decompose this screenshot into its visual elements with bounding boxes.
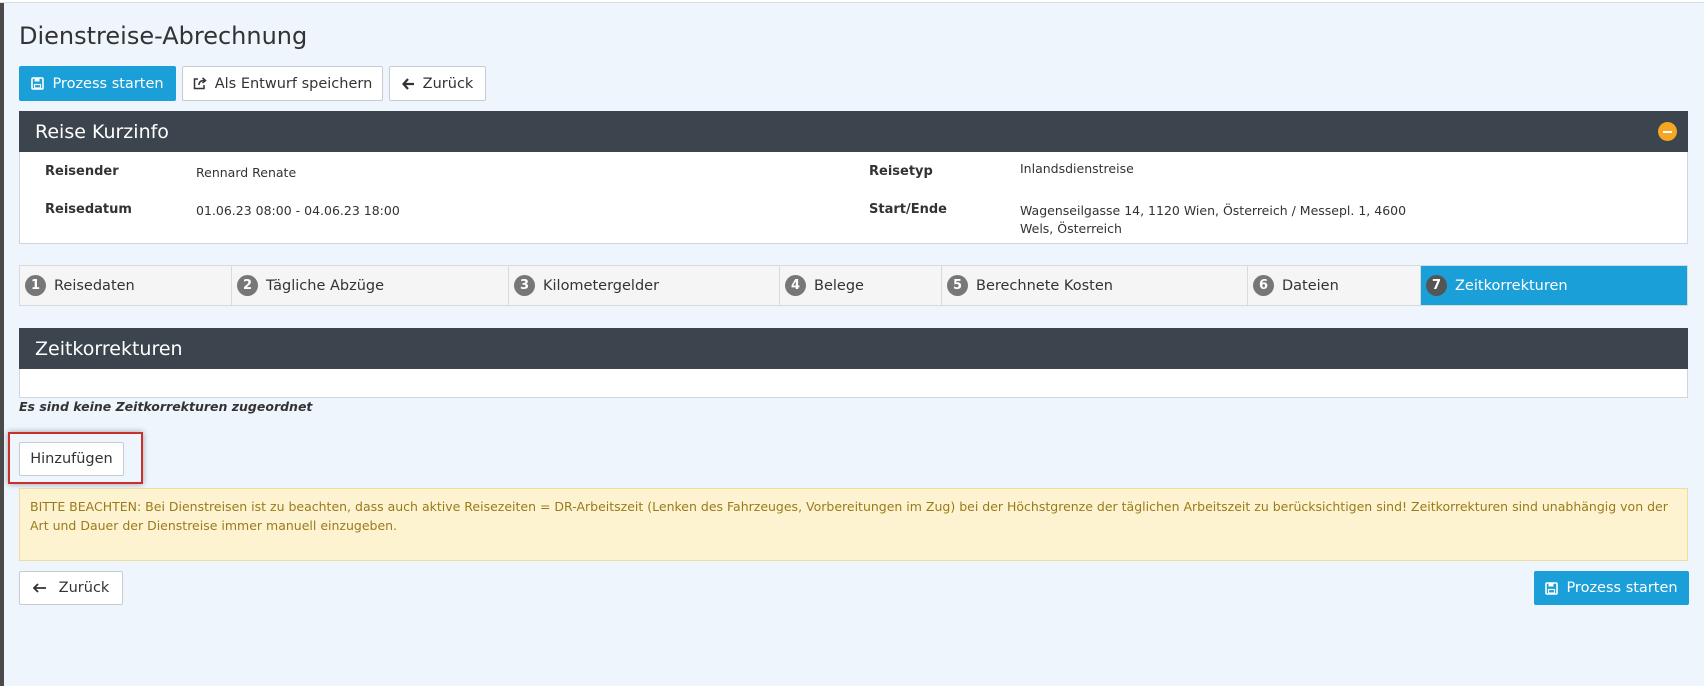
wizard-tabs: 1 Reisedaten 2 Tägliche Abzüge 3 Kilomet… <box>19 265 1688 306</box>
startende-label: Start/Ende <box>869 202 947 217</box>
toolbar: Prozess starten Als Entwurf speichern Zu… <box>19 66 486 101</box>
tab-number: 4 <box>785 275 806 296</box>
share-export-icon <box>193 77 207 90</box>
tab-reisedaten[interactable]: 1 Reisedaten <box>20 266 232 305</box>
reisetyp-label: Reisetyp <box>869 164 933 179</box>
tab-label: Belege <box>814 277 864 294</box>
kurzinfo-title: Reise Kurzinfo <box>35 120 169 143</box>
reisetyp-value: Inlandsdienstreise <box>1020 161 1134 176</box>
empty-message: Es sind keine Zeitkorrekturen zugeordnet <box>19 399 313 414</box>
tab-label: Dateien <box>1282 277 1339 294</box>
reisedatum-value: 01.06.23 08:00 - 04.06.23 18:00 <box>196 203 400 218</box>
start-process-button[interactable]: Prozess starten <box>19 66 176 101</box>
kurzinfo-panel-header: Reise Kurzinfo <box>19 111 1688 152</box>
tab-number: 2 <box>237 275 258 296</box>
zeitkorrekturen-panel-header: Zeitkorrekturen <box>19 328 1688 369</box>
back-button-bottom[interactable]: Zurück <box>19 571 123 605</box>
floppy-disk-icon <box>31 77 45 90</box>
tab-label: Berechnete Kosten <box>976 277 1113 294</box>
tab-zeitkorrekturen[interactable]: 7 Zeitkorrekturen <box>1421 266 1687 305</box>
save-draft-label: Als Entwurf speichern <box>214 75 373 92</box>
tab-belege[interactable]: 4 Belege <box>780 266 942 305</box>
back-label: Zurück <box>422 75 474 92</box>
back-label: Zurück <box>58 580 110 596</box>
arrow-left-icon <box>32 583 47 593</box>
kurzinfo-panel-body: Reisender Rennard Renate Reisedatum 01.0… <box>19 152 1688 244</box>
zeitkorrekturen-title: Zeitkorrekturen <box>35 337 183 360</box>
start-process-button-bottom[interactable]: Prozess starten <box>1534 571 1689 605</box>
tab-dateien[interactable]: 6 Dateien <box>1248 266 1421 305</box>
tab-taegliche-abzuege[interactable]: 2 Tägliche Abzüge <box>232 266 509 305</box>
startende-value-line2: Wels, Österreich <box>1020 221 1122 236</box>
tab-kilometergelder[interactable]: 3 Kilometergelder <box>509 266 780 305</box>
tab-number: 6 <box>1253 275 1274 296</box>
arrow-left-icon <box>401 77 415 90</box>
startende-value-line1: Wagenseilgasse 14, 1120 Wien, Österreich… <box>1020 203 1407 218</box>
tab-number: 3 <box>514 275 535 296</box>
tab-number: 1 <box>25 275 46 296</box>
tab-label: Kilometergelder <box>543 277 660 294</box>
window-top-edge <box>0 0 1704 3</box>
notice-box: BITTE BEACHTEN: Bei Dienstreisen ist zu … <box>19 488 1688 561</box>
tab-label: Tägliche Abzüge <box>266 277 385 294</box>
tab-number: 7 <box>1426 275 1447 296</box>
start-process-label: Prozess starten <box>1566 580 1678 596</box>
tab-label: Reisedaten <box>54 277 135 294</box>
start-process-label: Prozess starten <box>52 75 164 92</box>
zeitkorrekturen-panel-body <box>19 369 1688 398</box>
reisender-label: Reisender <box>45 164 119 179</box>
add-button[interactable]: Hinzufügen <box>19 442 124 476</box>
reisedatum-label: Reisedatum <box>45 202 132 217</box>
minus-circle-icon[interactable] <box>1658 122 1677 141</box>
tab-number: 5 <box>947 275 968 296</box>
back-button[interactable]: Zurück <box>389 66 486 101</box>
save-draft-button[interactable]: Als Entwurf speichern <box>182 66 383 101</box>
window-left-edge <box>0 0 4 686</box>
page-title: Dienstreise-Abrechnung <box>19 22 308 50</box>
tab-berechnete-kosten[interactable]: 5 Berechnete Kosten <box>942 266 1248 305</box>
tab-label: Zeitkorrekturen <box>1455 277 1568 294</box>
reisender-value: Rennard Renate <box>196 165 297 180</box>
floppy-disk-icon <box>1545 581 1559 595</box>
notice-text: BITTE BEACHTEN: Bei Dienstreisen ist zu … <box>30 499 1668 533</box>
